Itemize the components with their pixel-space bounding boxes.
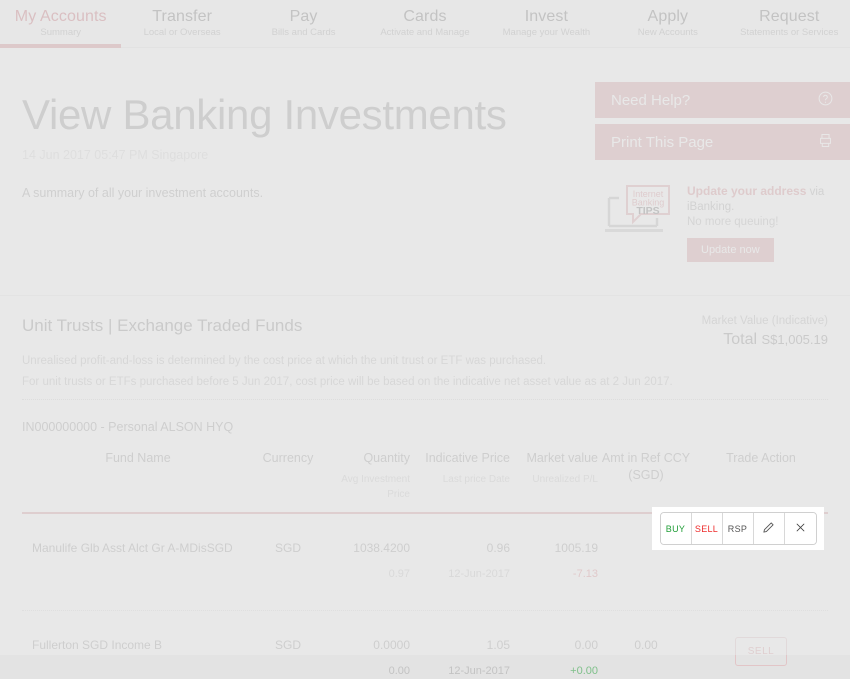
col-currency: Currency <box>262 451 314 465</box>
section-note-2: For unit trusts or ETFs purchased before… <box>22 376 673 388</box>
print-page-label: Print This Page <box>611 133 714 151</box>
section-title: Unit Trusts | Exchange Traded Funds <box>22 316 303 335</box>
table-header-row: Fund Name Currency Quantity Avg Investme… <box>22 450 828 506</box>
rsp-button[interactable]: RSP <box>722 513 754 544</box>
nav-item-transfer[interactable]: Transfer Local or Overseas <box>121 0 242 48</box>
nav-item-subtitle: New Accounts <box>637 27 698 38</box>
page-root: My Accounts Summary Transfer Local or Ov… <box>0 0 850 677</box>
cell-avg-investment-price: 0.97 <box>388 568 410 580</box>
section-divider <box>22 399 828 400</box>
page-header-band: View Banking Investments 14 Jun 2017 05:… <box>0 48 850 296</box>
nav-item-title: Transfer <box>152 8 213 25</box>
pencil-icon <box>762 521 775 536</box>
cell-quantity: 1038.4200 <box>353 541 410 555</box>
cell-fund-name: Fullerton SGD Income B <box>32 638 163 652</box>
nav-item-subtitle: Statements or Services <box>740 27 839 38</box>
nav-item-cards[interactable]: Cards Activate and Manage <box>364 0 485 48</box>
holdings-table: Fund Name Currency Quantity Avg Investme… <box>22 450 828 679</box>
nav-item-my-accounts[interactable]: My Accounts Summary <box>0 0 122 48</box>
cell-avg-investment-price: 0.00 <box>388 665 410 677</box>
col-trade-action: Trade Action <box>726 451 796 465</box>
cell-last-price-date: 12-Jun-2017 <box>448 665 510 677</box>
cell-market-value: 0.00 <box>574 638 598 652</box>
col-amt-ref-ccy: Amt in Ref CCY (SGD) <box>601 451 691 482</box>
total-word: Total <box>723 331 758 348</box>
col-quantity: Quantity Avg Investment Price <box>341 451 410 500</box>
sell-button[interactable]: SELL <box>734 637 788 666</box>
total-amount: S$1,005.19 <box>761 332 828 347</box>
cell-trade-action: SELL <box>694 637 828 679</box>
cell-indicative-price: 0.96 <box>486 541 510 555</box>
svg-text:TIPS: TIPS <box>636 205 659 217</box>
market-value-label: Market Value (Indicative) <box>701 315 828 327</box>
right-rail: Need Help? Print This Page Internet Bank… <box>595 82 850 262</box>
row-spacer <box>22 611 828 637</box>
cell-last-price-date: 12-Jun-2017 <box>448 568 510 580</box>
unit-trusts-section: Unit Trusts | Exchange Traded Funds Mark… <box>0 296 850 679</box>
cell-market-value: 1005.19 <box>554 541 598 555</box>
cell-unrealized-pl: +0.00 <box>570 665 598 677</box>
internet-banking-tips-banner: Internet Banking TIPS Update your addres… <box>595 178 850 262</box>
tips-headline: Update your address via iBanking. <box>687 184 850 215</box>
cell-unrealized-pl: -7.13 <box>572 568 598 580</box>
nav-item-subtitle: Manage your Wealth <box>502 27 591 38</box>
nav-item-pay[interactable]: Pay Bills and Cards <box>243 0 364 48</box>
close-button[interactable] <box>784 513 816 544</box>
col-indicative-price: Indicative Price Last price Date <box>425 451 510 485</box>
nav-item-subtitle: Local or Overseas <box>143 27 221 38</box>
page-description: A summary of all your investment account… <box>22 186 264 200</box>
print-page-button[interactable]: Print This Page <box>595 124 850 160</box>
nav-item-title: Pay <box>289 8 318 25</box>
nav-item-title: Invest <box>524 8 569 25</box>
need-help-label: Need Help? <box>611 91 691 109</box>
main-navigation: My Accounts Summary Transfer Local or Ov… <box>0 0 850 48</box>
cell-indicative-price: 1.05 <box>486 638 510 652</box>
nav-item-apply[interactable]: Apply New Accounts <box>607 0 728 48</box>
cell-quantity: 0.0000 <box>373 638 410 652</box>
tips-headline-strong: Update your address <box>687 184 807 198</box>
printer-icon <box>817 132 834 153</box>
edit-button[interactable] <box>753 513 785 544</box>
page-timestamp: 14 Jun 2017 05:47 PM Singapore <box>22 148 209 162</box>
nav-item-subtitle: Activate and Manage <box>380 27 470 38</box>
update-now-button[interactable]: Update now <box>687 238 774 262</box>
x-icon <box>795 522 806 535</box>
nav-item-title: Cards <box>403 8 447 25</box>
market-value-total: Total S$1,005.19 <box>702 331 828 349</box>
nav-item-invest[interactable]: Invest Manage your Wealth <box>486 0 607 48</box>
nav-item-subtitle: Summary <box>40 27 82 38</box>
cell-currency: SGD <box>274 638 301 652</box>
nav-item-title: Request <box>759 8 820 25</box>
section-note-1: Unrealised profit-and-loss is determined… <box>22 355 547 367</box>
tips-subline: No more queuing! <box>687 216 779 228</box>
nav-item-title: My Accounts <box>14 8 107 25</box>
buy-button[interactable]: BUY <box>660 513 692 544</box>
help-circle-icon <box>817 90 834 111</box>
sell-button[interactable]: SELL <box>691 513 723 544</box>
page-title: View Banking Investments <box>22 91 507 138</box>
col-fund-name: Fund Name <box>105 451 171 465</box>
trade-action-spotlight: BUY SELL RSP <box>652 507 824 550</box>
cell-currency: SGD <box>274 541 301 555</box>
col-market-value: Market value Unrealized P/L <box>526 451 598 485</box>
tips-illustration-icon: Internet Banking TIPS <box>603 178 677 243</box>
nav-item-request[interactable]: Request Statements or Services <box>729 0 850 48</box>
account-identifier: IN000000000 - Personal ALSON HYQ <box>22 420 234 434</box>
need-help-button[interactable]: Need Help? <box>595 82 850 118</box>
cell-amt-ref-ccy: 0.00 <box>634 638 658 652</box>
cell-fund-name: Manulife Glb Asst Alct Gr A-MDisSGD <box>32 541 233 555</box>
nav-item-title: Apply <box>647 8 689 25</box>
nav-item-subtitle: Bills and Cards <box>271 27 336 38</box>
table-row[interactable]: Fullerton SGD Income B SGD 0.0000 0.00 1… <box>22 637 828 679</box>
trade-action-group: BUY SELL RSP <box>659 512 817 545</box>
